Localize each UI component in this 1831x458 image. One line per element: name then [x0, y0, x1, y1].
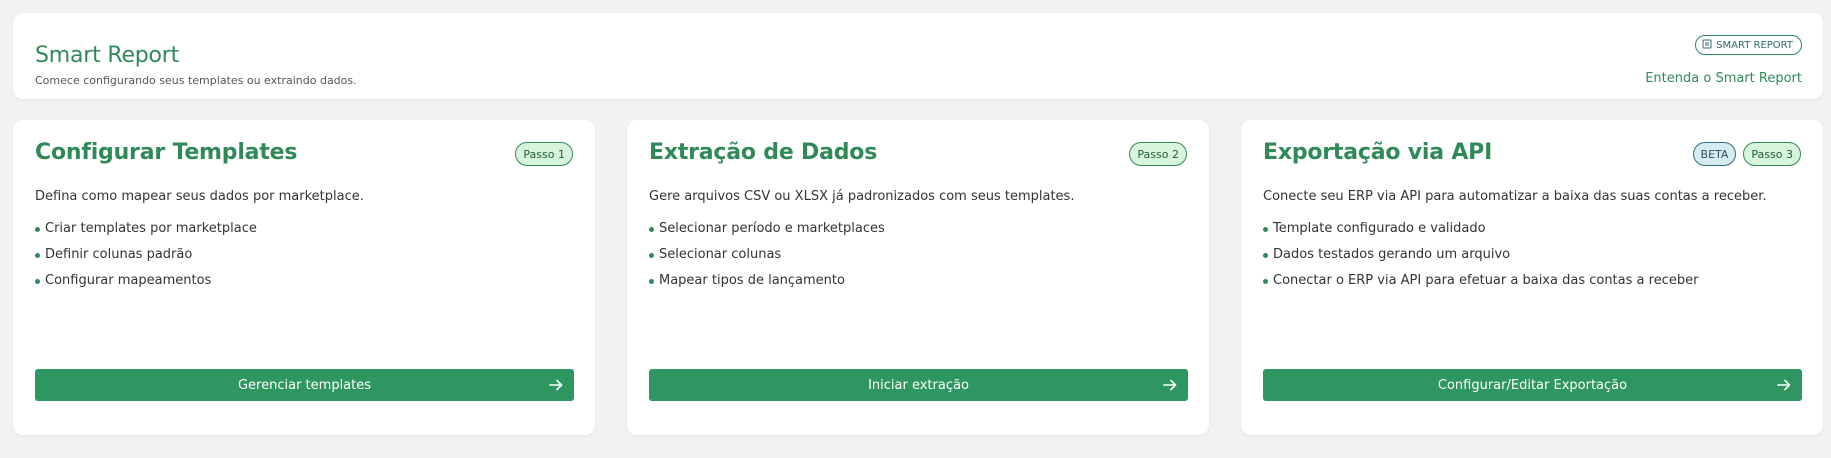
card-checklist: Selecionar período e marketplaces Seleci…	[649, 221, 885, 299]
list-item: Dados testados gerando um arquivo	[1263, 247, 1698, 273]
card-checklist: Template configurado e validado Dados te…	[1263, 221, 1698, 299]
list-item: Template configurado e validado	[1263, 221, 1698, 247]
beta-badge: BETA	[1692, 142, 1737, 166]
card-title: Extração de Dados	[649, 140, 878, 165]
step-badge: Passo 3	[1743, 142, 1801, 166]
list-item: Criar templates por marketplace	[35, 221, 257, 247]
arrow-right-icon	[549, 379, 563, 391]
card-api-export: Exportação via API BETA Passo 3 Conecte …	[1241, 120, 1823, 435]
list-item: Mapear tipos de lançamento	[649, 273, 885, 299]
smart-report-badge-label: SMART REPORT	[1716, 39, 1793, 51]
list-item: Selecionar colunas	[649, 247, 885, 273]
list-item: Configurar mapeamentos	[35, 273, 257, 299]
page-title: Smart Report	[35, 43, 180, 68]
card-title: Configurar Templates	[35, 140, 298, 165]
bullet-icon	[1263, 227, 1268, 232]
card-badges: Passo 2	[1129, 142, 1187, 166]
manage-templates-button[interactable]: Gerenciar templates	[35, 369, 574, 401]
page-subtitle: Comece configurando seus templates ou ex…	[35, 74, 357, 87]
list-item: Conectar o ERP via API para efetuar a ba…	[1263, 273, 1698, 299]
bullet-icon	[649, 253, 654, 258]
arrow-right-icon	[1163, 379, 1177, 391]
configure-export-button[interactable]: Configurar/Editar Exportação	[1263, 369, 1802, 401]
bullet-icon	[649, 279, 654, 284]
button-label: Iniciar extração	[868, 377, 969, 393]
card-configure-templates: Configurar Templates Passo 1 Defina como…	[13, 120, 595, 435]
card-description: Defina como mapear seus dados por market…	[35, 189, 364, 204]
step-badge: Passo 2	[1129, 142, 1187, 166]
card-checklist: Criar templates por marketplace Definir …	[35, 221, 257, 299]
smart-report-badge: SMART REPORT	[1695, 35, 1802, 55]
bullet-icon	[649, 227, 654, 232]
report-icon	[1702, 39, 1712, 52]
card-data-extraction: Extração de Dados Passo 2 Gere arquivos …	[627, 120, 1209, 435]
bullet-icon	[35, 253, 40, 258]
card-description: Gere arquivos CSV ou XLSX já padronizado…	[649, 189, 1075, 204]
card-title: Exportação via API	[1263, 140, 1493, 165]
card-badges: Passo 1	[515, 142, 573, 166]
button-label: Gerenciar templates	[237, 377, 372, 393]
bullet-icon	[1263, 253, 1268, 258]
list-item: Selecionar período e marketplaces	[649, 221, 885, 247]
step-badge: Passo 1	[515, 142, 573, 166]
card-description: Conecte seu ERP via API para automatizar…	[1263, 189, 1767, 204]
card-badges: BETA Passo 3	[1692, 142, 1801, 166]
button-label: Configurar/Editar Exportação	[1437, 377, 1628, 393]
page-header: Smart Report Comece configurando seus te…	[13, 13, 1823, 99]
list-item: Definir colunas padrão	[35, 247, 257, 273]
learn-smart-report-link[interactable]: Entenda o Smart Report	[1645, 71, 1802, 86]
bullet-icon	[35, 279, 40, 284]
bullet-icon	[1263, 279, 1268, 284]
bullet-icon	[35, 227, 40, 232]
arrow-right-icon	[1777, 379, 1791, 391]
start-extraction-button[interactable]: Iniciar extração	[649, 369, 1188, 401]
